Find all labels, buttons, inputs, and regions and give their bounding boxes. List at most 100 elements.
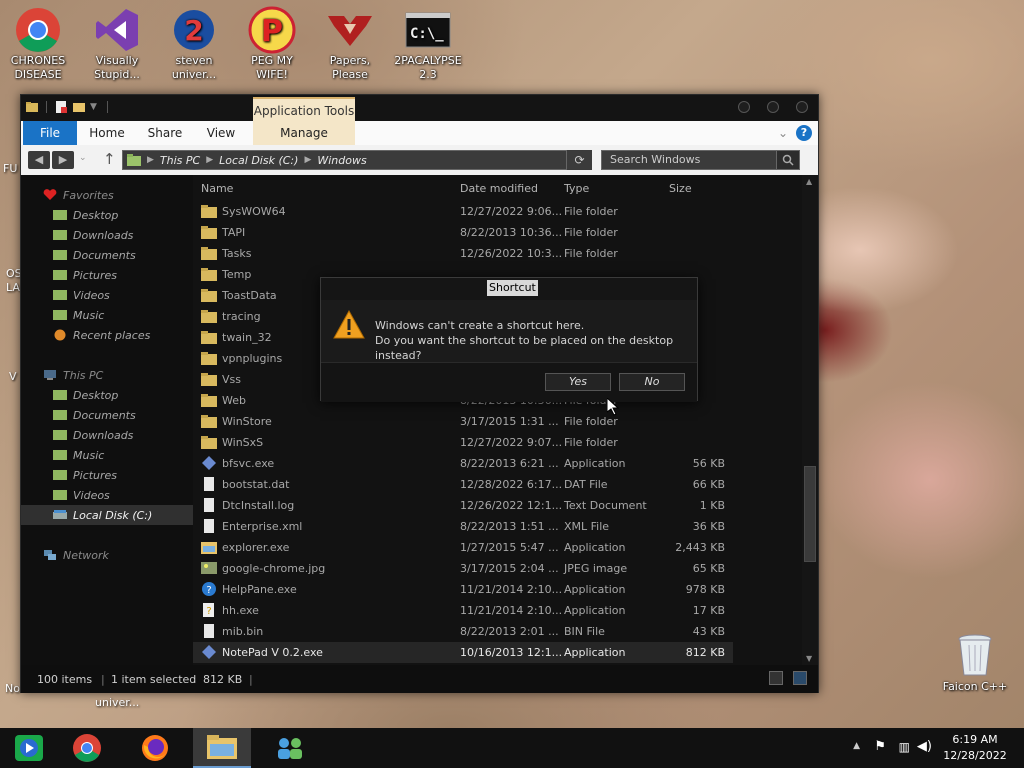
table-row[interactable]: NotePad V 0.2.exe 10/16/2013 12:1... Appli… (193, 642, 733, 663)
minimize-button[interactable] (738, 101, 750, 113)
desktop-icon-papers-please[interactable]: Papers, Please (314, 8, 386, 82)
table-row[interactable]: bootstat.dat 12/28/2022 6:17... DAT File 66… (193, 474, 733, 495)
tab-share[interactable]: Share (141, 121, 189, 145)
breadcrumb-separator-icon: ▶ (206, 155, 214, 165)
nav-favorites[interactable]: Favorites (43, 185, 114, 205)
chevron-down-icon[interactable]: ▼ (90, 102, 97, 112)
taskbar-file-explorer[interactable] (193, 728, 251, 768)
action-center-flag-icon[interactable]: ⚑ (874, 739, 886, 754)
nav-network[interactable]: Network (43, 545, 109, 565)
scrollbar-thumb[interactable] (804, 466, 816, 562)
table-row[interactable]: google-chrome.jpg 3/17/2015 2:04 ... JPEG … (193, 558, 733, 579)
up-arrow-icon[interactable]: ↑ (103, 150, 116, 168)
tab-manage[interactable]: Manage (253, 121, 355, 145)
forward-button[interactable]: ▶ (52, 151, 74, 169)
taskbar-network-people[interactable] (261, 728, 319, 768)
folder-icon (201, 393, 217, 407)
nav-favorites-music[interactable]: Music (53, 305, 104, 325)
nav-pc-downloads[interactable]: Downloads (53, 425, 133, 445)
nav-favorites-recent-places[interactable]: Recent places (53, 325, 150, 345)
nav-pc-desktop[interactable]: Desktop (53, 385, 118, 405)
yes-button[interactable]: Yes (545, 373, 611, 391)
breadcrumb-local-disk[interactable]: Local Disk (C:) (219, 154, 298, 167)
table-row[interactable]: WinStore 3/17/2015 1:31 ... File folder (193, 411, 733, 432)
nav-pc-music[interactable]: Music (53, 445, 104, 465)
desktop-icon-visual-studio[interactable]: Visually Stupid... (81, 8, 153, 82)
nav-favorites-documents[interactable]: Documents (53, 245, 136, 265)
breadcrumb-windows[interactable]: Windows (317, 154, 366, 167)
column-header-name[interactable]: Name (201, 182, 233, 195)
search-button[interactable] (776, 150, 800, 170)
tab-home[interactable]: Home (83, 121, 131, 145)
table-row[interactable]: explorer.exe 1/27/2015 5:47 ... Applicatio… (193, 537, 733, 558)
breadcrumb-this-pc[interactable]: This PC (160, 154, 200, 167)
large-icons-view-icon[interactable] (793, 671, 807, 685)
no-button[interactable]: No (619, 373, 685, 391)
search-input[interactable]: Search Windows (601, 150, 800, 170)
desktop-icon-label-partial: univer... (95, 696, 140, 709)
desktop-icon-chrome[interactable]: CHRONES DISEASE (2, 8, 74, 82)
show-hidden-icons-icon[interactable]: ▲ (853, 741, 860, 751)
table-row[interactable]: bfsvc.exe 8/22/2013 6:21 ... Application 56… (193, 453, 733, 474)
table-row[interactable]: Tasks 12/26/2022 10:3... File folder (193, 243, 733, 264)
nav-pc-documents[interactable]: Documents (53, 405, 136, 425)
desktop-icon-label: steven univer... (171, 54, 217, 81)
volume-icon[interactable]: ◀) (917, 739, 932, 754)
nav-pc-local-disk[interactable]: Local Disk (C:) (21, 505, 193, 525)
table-row[interactable]: WinSxS 12/27/2022 9:07... File folder (193, 432, 733, 453)
clock[interactable]: 6:19 AM 12/28/2022 (940, 732, 1010, 764)
taskbar-chrome[interactable] (58, 728, 116, 768)
desktop-icon-steven-universe[interactable]: 2 steven univer... (158, 8, 230, 82)
column-header-date[interactable]: Date modified (460, 182, 538, 195)
title-bar[interactable]: ▼ Application Tools (21, 95, 818, 121)
details-view-icon[interactable] (769, 671, 783, 685)
taskbar-media-center[interactable] (0, 728, 58, 768)
file-type: Text Document (564, 499, 647, 512)
table-row[interactable]: SysWOW64 12/27/2022 9:06... File folder (193, 201, 733, 222)
file-name: vpnplugins (222, 352, 283, 365)
column-header-type[interactable]: Type (564, 182, 589, 195)
expand-ribbon-icon[interactable]: ⌄ (778, 126, 788, 140)
nav-favorites-desktop[interactable]: Desktop (53, 205, 118, 225)
help-icon[interactable]: ? (796, 125, 812, 141)
back-button[interactable]: ◀ (28, 151, 50, 169)
tab-file[interactable]: File (23, 121, 77, 145)
scroll-up-icon[interactable]: ▲ (806, 177, 812, 186)
nav-label: Network (63, 548, 109, 562)
table-row[interactable]: Enterprise.xml 8/22/2013 1:51 ... XML File… (193, 516, 733, 537)
desktop-icon-recycle-bin[interactable]: Faicon C++ (940, 632, 1010, 694)
scroll-down-icon[interactable]: ▼ (806, 654, 812, 663)
address-bar[interactable]: ▶ This PC ▶ Local Disk (C:) ▶ Windows (122, 150, 592, 170)
item-count: 100 items (37, 673, 93, 686)
taskbar-firefox[interactable] (126, 728, 184, 768)
videos-folder-icon (53, 490, 67, 500)
table-row[interactable]: DtcInstall.log 12/26/2022 12:1... Text Doc… (193, 495, 733, 516)
network-status-icon[interactable]: ▥ (899, 740, 910, 754)
desktop-icon-2pacalypse[interactable]: C:\_ 2PACALYPSE 2.3 (392, 8, 464, 82)
new-folder-icon[interactable] (72, 100, 86, 114)
table-row[interactable]: mib.bin 8/22/2013 2:01 ... BIN File 43 KB (193, 621, 733, 642)
desktop-icon-peggle[interactable]: P PEG MY WIFE! (236, 6, 308, 82)
properties-icon[interactable] (54, 100, 68, 114)
column-header-size[interactable]: Size (669, 182, 692, 195)
close-button[interactable] (796, 101, 808, 113)
folder-icon (201, 414, 217, 428)
nav-pc-videos[interactable]: Videos (53, 485, 110, 505)
table-row[interactable]: ? HelpPane.exe 11/21/2014 2:10... Applicati… (193, 579, 733, 600)
nav-pc-pictures[interactable]: Pictures (53, 465, 117, 485)
table-row[interactable]: TAPI 8/22/2013 10:36... File folder (193, 222, 733, 243)
file-date: 10/16/2013 12:1... (460, 646, 563, 659)
vertical-scrollbar[interactable]: ▲ ▼ (802, 175, 818, 665)
window-controls (738, 101, 808, 113)
dialog-message-line: Windows can't create a shortcut here. (375, 319, 585, 332)
nav-favorites-videos[interactable]: Videos (53, 285, 110, 305)
file-icon (201, 624, 217, 638)
table-row[interactable]: ? hh.exe 11/21/2014 2:10... Application 17 K… (193, 600, 733, 621)
tab-view[interactable]: View (199, 121, 243, 145)
nav-favorites-pictures[interactable]: Pictures (53, 265, 117, 285)
recent-locations-chevron-icon[interactable]: ⌄ (79, 153, 87, 163)
refresh-button[interactable]: ⟳ (566, 150, 592, 170)
nav-this-pc[interactable]: This PC (43, 365, 103, 385)
nav-favorites-downloads[interactable]: Downloads (53, 225, 133, 245)
maximize-button[interactable] (767, 101, 779, 113)
